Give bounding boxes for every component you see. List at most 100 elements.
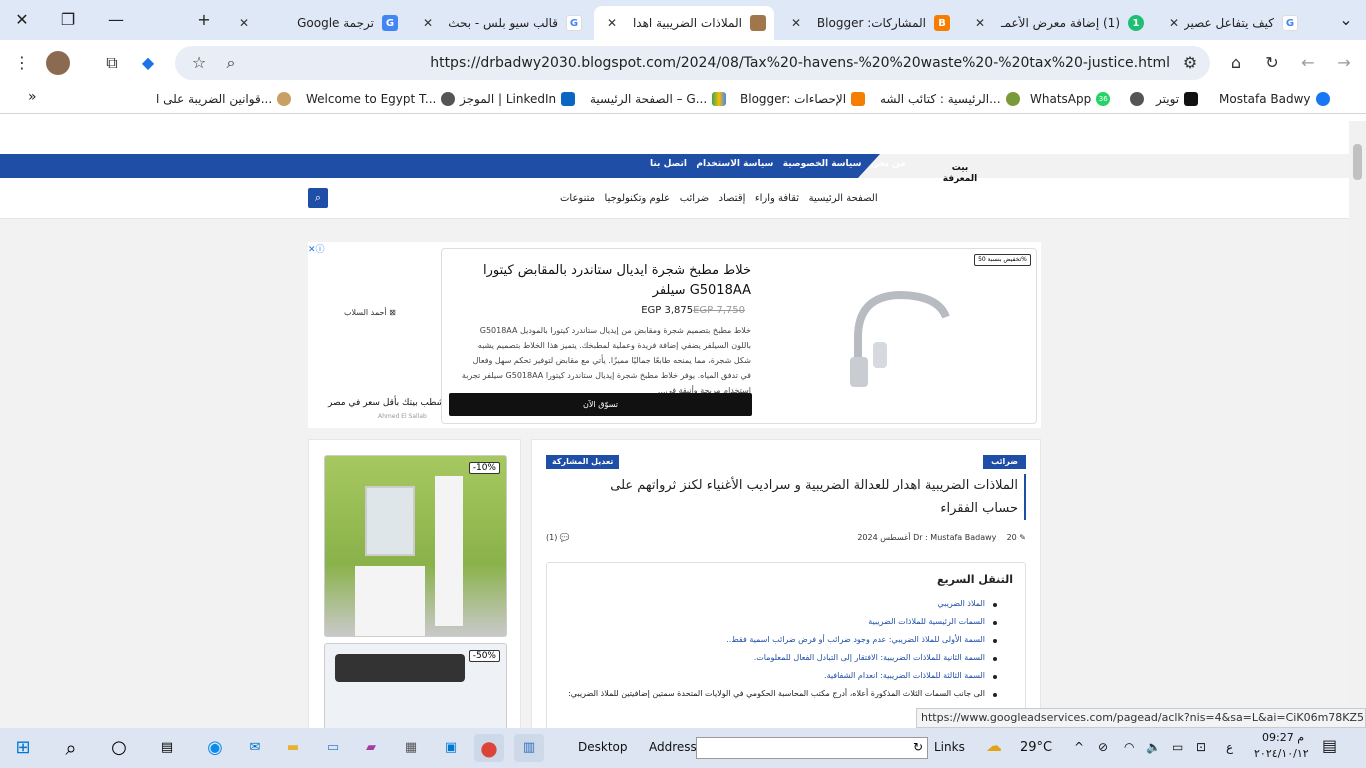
bookmark-google-home[interactable]: الصفحة الرئيسية – G... bbox=[590, 92, 727, 106]
tab-search-icon[interactable]: ⌄ bbox=[1332, 8, 1360, 32]
toc-item[interactable]: السمة الأولى للملاذ الضريبي: عدم وجود ضر… bbox=[726, 635, 997, 644]
search-icon[interactable]: ⌕ bbox=[308, 188, 328, 208]
extension-shield-icon[interactable]: ◆ bbox=[136, 51, 160, 75]
tab-blogger-posts[interactable]: ✕ المشاركات: Blogger B bbox=[778, 6, 958, 40]
bookmark-facebook[interactable]: Mostafa Badwy bbox=[1219, 92, 1330, 106]
wifi-icon[interactable]: ◠ bbox=[1124, 740, 1134, 754]
new-tab-button[interactable]: + bbox=[190, 8, 218, 32]
top-link-terms[interactable]: سياسة الاستخدام bbox=[696, 159, 773, 169]
calculator-icon[interactable]: ▦ bbox=[396, 734, 426, 762]
cortana-icon[interactable]: ○ bbox=[104, 734, 134, 762]
store-icon[interactable]: ▣ bbox=[436, 734, 466, 762]
comments-count[interactable]: (1) 💬 bbox=[546, 533, 570, 542]
bookmark-globe[interactable] bbox=[1125, 92, 1144, 106]
weather-icon[interactable]: ☁ bbox=[986, 736, 1002, 755]
bookmark-linkedin[interactable]: الموجز | LinkedIn bbox=[460, 92, 576, 106]
extensions-icon[interactable]: ⧉ bbox=[100, 51, 124, 75]
address-bar[interactable]: ☆ ⌕ https://drbadwy2030.blogspot.com/202… bbox=[175, 46, 1210, 80]
tab-portfolio[interactable]: ✕ (1) إضافة معرض الأعمـ 1 bbox=[962, 6, 1152, 40]
top-link-contact[interactable]: اتصل بنا bbox=[650, 159, 687, 169]
search-icon[interactable]: ⌕ bbox=[56, 734, 86, 762]
toc-item[interactable]: السمات الرئيسية للملاذات الضريبية bbox=[868, 617, 997, 626]
top-link-privacy[interactable]: سياسة الخصوصية bbox=[783, 159, 862, 169]
tray-expand-icon[interactable]: ^ bbox=[1074, 740, 1084, 754]
tab-search[interactable]: ✕ قالب سيو بلس - بحث G bbox=[410, 6, 590, 40]
battery-icon[interactable]: ▭ bbox=[1172, 740, 1183, 754]
clock-time[interactable]: 09:27 م bbox=[1262, 731, 1304, 744]
temperature[interactable]: 29°C bbox=[1020, 740, 1052, 755]
bookmark-whatsapp[interactable]: WhatsApp 36 bbox=[1030, 92, 1111, 106]
toc-item[interactable]: السمة الثالثة للملاذات الضريبية: انعدام … bbox=[824, 671, 997, 680]
nav-misc[interactable]: متنوعات bbox=[560, 193, 595, 204]
bookmark-blogger-stats[interactable]: Blogger: الإحصاءات bbox=[740, 92, 866, 106]
tab-lemon-juice[interactable]: ✕ كيف يتفاعل عصير الليمـ G bbox=[1156, 6, 1306, 40]
site-info-icon[interactable]: ⚙ bbox=[1178, 51, 1202, 75]
sidebar-ad-bathroom[interactable]: -10% bbox=[324, 455, 507, 637]
nav-science[interactable]: علوم وتكنولوجيا bbox=[605, 193, 671, 204]
ime-icon[interactable]: ⊡ bbox=[1196, 740, 1206, 754]
close-tab-icon[interactable]: ✕ bbox=[234, 16, 254, 30]
ad-product-card[interactable]: تخفيض بنسبة 50% خلاط مطبخ شجرة ايديال ست… bbox=[441, 248, 1037, 424]
scrollbar-thumb[interactable] bbox=[1353, 144, 1362, 180]
ad-banner[interactable]: ✕ⓘ أحمد السلاب ⊠ شطب بيتك بأقل سعر في مص… bbox=[308, 242, 1041, 428]
chrome-icon[interactable]: ● bbox=[474, 734, 504, 762]
close-tab-icon[interactable]: ✕ bbox=[970, 16, 990, 30]
refresh-icon[interactable]: ↻ bbox=[913, 740, 923, 754]
menu-icon[interactable]: ⋮ bbox=[10, 51, 34, 75]
clock-date[interactable]: ٢٠٢٤/١٠/١٢ bbox=[1254, 747, 1309, 760]
tab-current-post[interactable]: ✕ الملاذات الضريبية اهدا bbox=[594, 6, 774, 40]
close-tab-icon[interactable]: ✕ bbox=[602, 16, 622, 30]
bookmark-twitter[interactable]: تويتر bbox=[1156, 92, 1199, 106]
bookmark-star-icon[interactable]: ☆ bbox=[187, 51, 211, 75]
zoom-icon[interactable]: ⌕ bbox=[219, 51, 243, 75]
profile-avatar[interactable] bbox=[46, 51, 70, 75]
desktop-toolbar-label[interactable]: Desktop bbox=[578, 740, 628, 754]
home-icon[interactable]: ⌂ bbox=[1224, 51, 1248, 75]
bookmark-tax-laws[interactable]: قوانين الضريبة على ا... bbox=[156, 92, 292, 106]
site-logo[interactable]: بيت المعرفة bbox=[940, 163, 980, 211]
category-badge[interactable]: ضرائب bbox=[983, 455, 1026, 469]
bookmark-qassam[interactable]: الرئيسية : كتائب الشه... bbox=[880, 92, 1020, 106]
close-window-icon[interactable]: ✕ bbox=[8, 8, 36, 32]
tab-google-translate[interactable]: ✕ ترجمة Google G bbox=[226, 6, 406, 40]
ad-title[interactable]: خلاط مطبخ شجرة ايديال ستاندرد بالمقابض ك… bbox=[461, 261, 751, 301]
edge-icon[interactable]: ◉ bbox=[200, 734, 230, 762]
clipchamp-icon[interactable]: ▰ bbox=[356, 734, 386, 762]
links-toolbar-label[interactable]: Links bbox=[934, 740, 965, 754]
reload-icon[interactable]: ↻ bbox=[1260, 51, 1284, 75]
toc-title[interactable]: التنقل السريع bbox=[937, 573, 1013, 586]
back-icon[interactable]: ← bbox=[1296, 51, 1320, 75]
bookmarks-overflow[interactable]: » bbox=[28, 89, 37, 105]
sidebar-ad-faucet[interactable]: -50% bbox=[324, 643, 507, 728]
edit-post-button[interactable]: تعديل المشاركة bbox=[546, 455, 620, 469]
forward-icon[interactable]: → bbox=[1332, 51, 1356, 75]
close-tab-icon[interactable]: ✕ bbox=[1164, 16, 1184, 30]
toc-item[interactable]: السمة الثانية للملاذات الضريبية: الافتقا… bbox=[754, 653, 998, 662]
url-text[interactable]: https://drbadwy2030.blogspot.com/2024/08… bbox=[430, 55, 1170, 71]
restore-window-icon[interactable]: ❐ bbox=[54, 8, 82, 32]
bookmark-welcome-egypt[interactable]: Welcome to Egypt T... bbox=[306, 92, 456, 106]
close-tab-icon[interactable]: ✕ bbox=[786, 16, 806, 30]
file-explorer-icon[interactable]: ▬ bbox=[278, 734, 308, 762]
brand-tagline[interactable]: شطب بيتك بأقل سعر في مصر bbox=[328, 398, 444, 408]
notepad-icon[interactable]: ▭ bbox=[318, 734, 348, 762]
toc-item[interactable]: الى جانب السمات الثلاث المذكورة أعلاه، أ… bbox=[568, 689, 997, 698]
windows-start-icon[interactable]: ⊞ bbox=[8, 734, 38, 762]
toc-item[interactable]: الملاذ الضريبي bbox=[938, 599, 998, 608]
nav-home[interactable]: الصفحة الرئيسية bbox=[809, 193, 878, 204]
minimize-window-icon[interactable]: — bbox=[102, 8, 130, 32]
notifications-icon[interactable]: ▤ bbox=[1322, 736, 1337, 755]
ad-close-icon[interactable]: ✕ⓘ bbox=[308, 242, 325, 255]
close-tab-icon[interactable]: ✕ bbox=[418, 16, 438, 30]
nav-taxes[interactable]: ضرائب bbox=[680, 193, 709, 204]
taskbar-address-input[interactable]: ↻ bbox=[696, 737, 928, 759]
brand-logo[interactable]: أحمد السلاب ⊠ bbox=[344, 308, 404, 332]
remote-desktop-icon[interactable]: ▥ bbox=[514, 734, 544, 762]
shop-now-button[interactable]: تسوّق الآن bbox=[449, 393, 752, 416]
language-indicator[interactable]: ع bbox=[1226, 740, 1233, 754]
network-icon[interactable]: ⊘ bbox=[1098, 740, 1108, 754]
nav-economy[interactable]: إقتصاد bbox=[719, 193, 746, 204]
task-view-icon[interactable]: ▤ bbox=[152, 734, 182, 762]
outlook-icon[interactable]: ✉ bbox=[240, 734, 270, 762]
page-scrollbar[interactable] bbox=[1349, 121, 1366, 728]
